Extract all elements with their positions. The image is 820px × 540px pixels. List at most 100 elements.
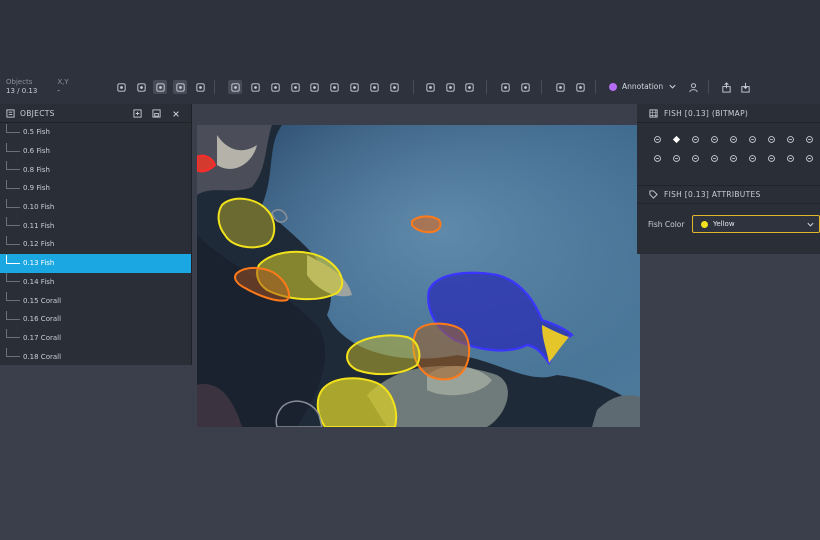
link-icon[interactable] — [747, 134, 758, 145]
object-list-item[interactable]: 0.12 Fish — [0, 235, 191, 254]
fish-color-label: Fish Color — [648, 220, 685, 229]
xy-value: - — [57, 87, 60, 95]
undo-icon[interactable] — [498, 80, 512, 94]
tree-connector — [6, 142, 20, 152]
eye-off-icon[interactable] — [728, 134, 739, 145]
diamond-icon[interactable] — [671, 134, 682, 145]
toolbar-separator — [413, 80, 414, 94]
object-list-item[interactable]: 0.18 Corall — [0, 347, 191, 366]
object-label: 0.5 Fish — [23, 128, 50, 137]
target-icon[interactable] — [307, 80, 321, 94]
list-icon[interactable] — [153, 80, 167, 94]
tree-connector — [6, 348, 20, 358]
settings-icon[interactable] — [553, 80, 567, 94]
download-icon[interactable] — [738, 80, 752, 94]
object-label: 0.9 Fish — [23, 184, 50, 193]
magic-icon[interactable] — [347, 80, 361, 94]
new-shape-icon[interactable] — [114, 80, 128, 94]
aquarium-image — [197, 125, 640, 427]
magic-wand-icon[interactable] — [728, 153, 739, 164]
properties-panel: FISH [0.13] (BITMAP) FISH [0.13] ATTRIBU… — [637, 104, 820, 254]
attributes-title: FISH [0.13] ATTRIBUTES — [664, 190, 761, 199]
export-icon[interactable] — [719, 80, 733, 94]
object-list-item[interactable]: 0.10 Fish — [0, 198, 191, 217]
tag-icon — [649, 190, 658, 199]
object-list-item[interactable]: 0.13 Fish — [0, 253, 191, 273]
objects-list: 0.5 Fish 0.6 Fish 0.8 Fish 0.9 Fish 0.10 Fis… — [0, 123, 191, 366]
properties-header: FISH [0.13] (BITMAP) — [637, 104, 820, 123]
chat-icon[interactable] — [652, 153, 663, 164]
copy-icon[interactable] — [766, 153, 777, 164]
grid-icon[interactable] — [785, 153, 796, 164]
object-label: 0.12 Fish — [23, 240, 55, 249]
chat-dots-icon[interactable] — [671, 153, 682, 164]
fish-color-value: Yellow — [713, 220, 735, 228]
swap-icon[interactable] — [804, 134, 815, 145]
crosshair-icon[interactable] — [423, 80, 437, 94]
brush-erase-icon[interactable] — [690, 153, 701, 164]
object-label: 0.8 Fish — [23, 165, 50, 174]
save-objects-icon[interactable] — [151, 108, 162, 119]
ai-tool-icon[interactable] — [327, 80, 341, 94]
object-label: 0.14 Fish — [23, 277, 55, 286]
toolbar-separator — [486, 80, 487, 94]
object-list-item[interactable]: 0.5 Fish — [0, 123, 191, 142]
fill-icon[interactable] — [709, 153, 720, 164]
objects-panel: OBJECTS 0.5 Fish 0.6 Fish 0.8 Fish 0.9 Fish… — [0, 104, 192, 365]
tree-connector — [6, 123, 20, 133]
timer-icon[interactable] — [387, 80, 401, 94]
chevron-down-icon — [807, 222, 814, 227]
object-list-item[interactable]: 0.11 Fish — [0, 216, 191, 235]
mode-label: Annotation — [622, 82, 664, 91]
object-list-item[interactable]: 0.14 Fish — [0, 273, 191, 292]
mode-selector[interactable]: Annotation — [609, 82, 677, 91]
add-object-icon[interactable] — [132, 108, 143, 119]
status-readouts: Objects 13 / 0.13 X,Y - — [6, 78, 69, 96]
move-icon[interactable] — [804, 153, 815, 164]
object-label: 0.11 Fish — [23, 221, 55, 230]
mouse-icon[interactable] — [173, 80, 187, 94]
object-list-item[interactable]: 0.16 Corall — [0, 310, 191, 329]
tree-connector — [6, 254, 20, 264]
object-list-item[interactable]: 0.6 Fish — [0, 142, 191, 161]
annotation-canvas[interactable] — [197, 125, 640, 427]
delete-icon[interactable] — [709, 134, 720, 145]
object-label: 0.15 Corall — [23, 296, 62, 305]
contrast-icon[interactable] — [193, 80, 207, 94]
tree-connector — [6, 273, 20, 283]
object-list-item[interactable]: 0.8 Fish — [0, 160, 191, 179]
comment-icon[interactable] — [134, 80, 148, 94]
object-label: 0.10 Fish — [23, 203, 55, 212]
tree-connector — [6, 292, 20, 302]
polygon-icon[interactable] — [268, 80, 282, 94]
tree-connector — [6, 161, 20, 171]
edit-brush-icon[interactable] — [747, 153, 758, 164]
redo-icon[interactable] — [518, 80, 532, 94]
smart-select-icon[interactable] — [367, 80, 381, 94]
object-label: 0.18 Corall — [23, 352, 62, 361]
chevron-right-icon[interactable] — [690, 134, 701, 145]
object-list-item[interactable]: 0.9 Fish — [0, 179, 191, 198]
object-list-item[interactable]: 0.17 Corall — [0, 329, 191, 348]
properties-title: FISH [0.13] (BITMAP) — [664, 108, 749, 118]
pencil-icon[interactable] — [766, 134, 777, 145]
tree-connector — [6, 179, 20, 189]
analytics-icon[interactable] — [573, 80, 587, 94]
xy-label: X,Y — [57, 78, 69, 86]
close-icon[interactable] — [170, 108, 181, 119]
fish-color-select[interactable]: Yellow — [692, 215, 820, 233]
toolbar-separator — [708, 80, 709, 94]
objects-value: 13 / 0.13 — [6, 87, 38, 95]
xy-readout: X,Y - — [57, 78, 68, 96]
brush-icon[interactable] — [288, 80, 302, 94]
bounding-box-icon[interactable] — [248, 80, 262, 94]
duplicate-icon[interactable] — [228, 80, 242, 94]
objects-label: Objects — [6, 78, 33, 86]
object-label: 0.13 Fish — [23, 259, 55, 268]
add-comment-icon[interactable] — [443, 80, 457, 94]
comment-bubble-icon[interactable] — [652, 134, 663, 145]
ruler-icon[interactable] — [462, 80, 476, 94]
user-icon[interactable] — [686, 80, 700, 94]
object-list-item[interactable]: 0.15 Corall — [0, 291, 191, 310]
layers-icon[interactable] — [785, 134, 796, 145]
